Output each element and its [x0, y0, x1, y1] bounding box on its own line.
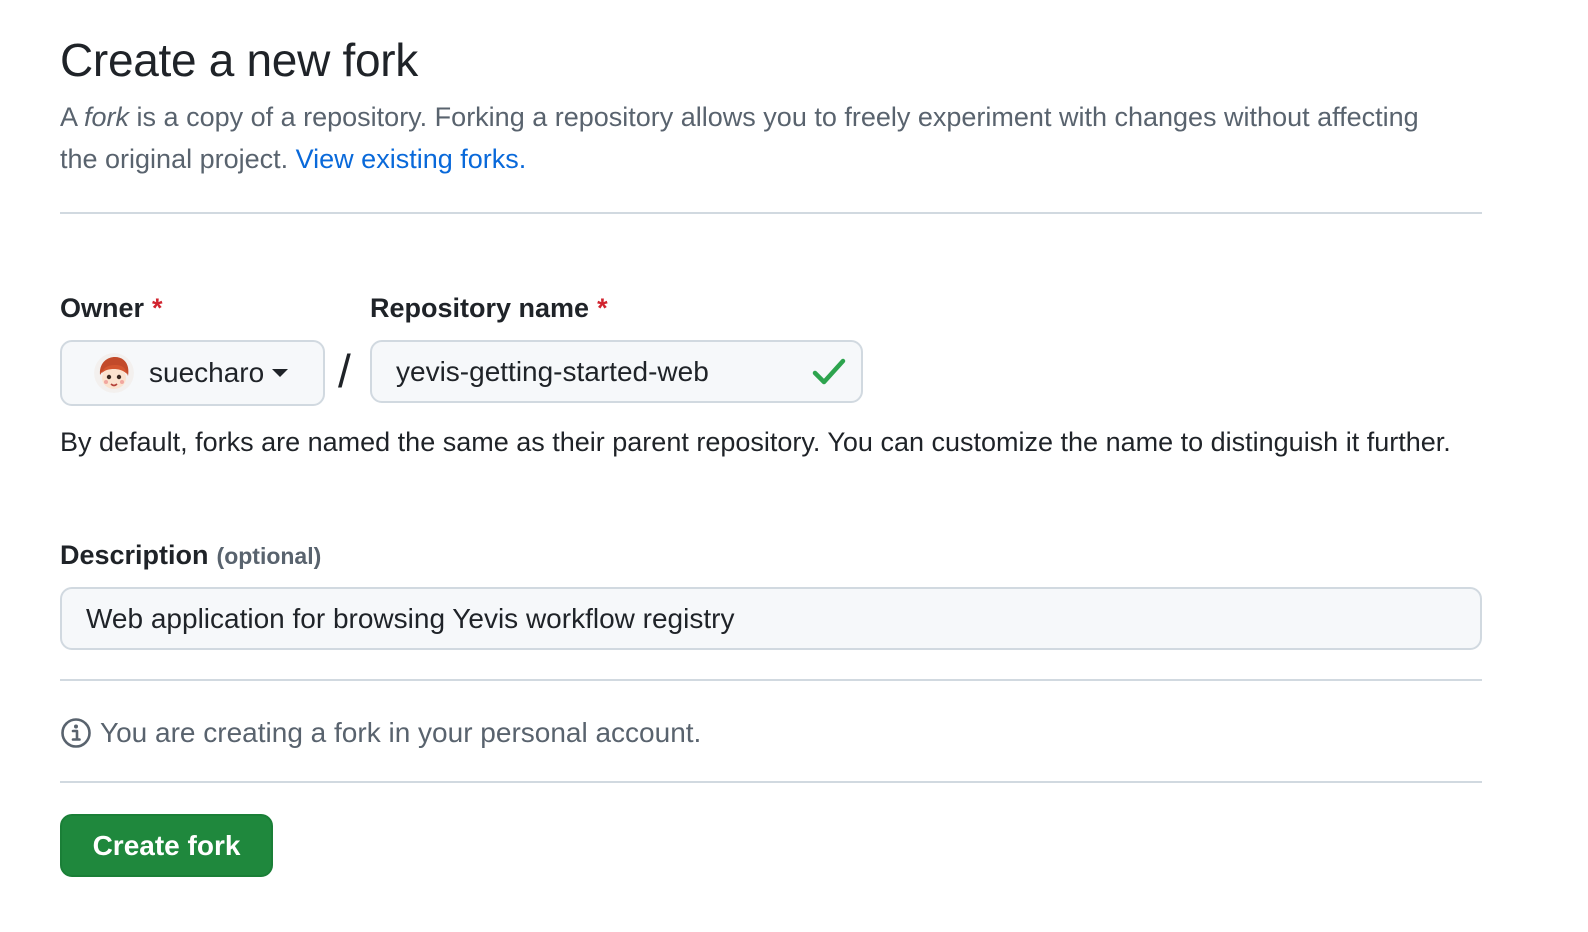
- info-icon: [61, 718, 91, 748]
- user-avatar: [94, 353, 134, 393]
- intro-text: is a copy of a repository. Forking a rep…: [60, 102, 1419, 174]
- owner-label: Owner *: [60, 291, 163, 325]
- repository-name-input[interactable]: [370, 340, 863, 403]
- owner-label-text: Owner: [60, 293, 145, 323]
- repository-name-label-text: Repository name: [370, 293, 590, 323]
- repository-name-label: Repository name *: [370, 291, 608, 325]
- header-divider: [60, 212, 1482, 214]
- description-label: Description (optional): [60, 538, 321, 573]
- owner-name: suecharo: [149, 357, 265, 388]
- notice-divider: [60, 781, 1482, 783]
- repository-name-help-text: By default, forks are named the same as …: [60, 427, 1451, 457]
- create-fork-button[interactable]: Create fork: [60, 814, 273, 877]
- intro-fork-term: fork: [84, 102, 130, 132]
- check-icon: [812, 358, 846, 385]
- description-input[interactable]: [60, 587, 1482, 650]
- view-existing-forks-link[interactable]: View existing forks.: [296, 144, 527, 174]
- owner-repo-separator: /: [338, 345, 351, 397]
- intro-prefix: A: [60, 102, 85, 132]
- page-title: Create a new fork: [60, 34, 418, 86]
- description-label-text: Description: [60, 540, 209, 570]
- owner-select-button[interactable]: suecharo: [60, 340, 325, 406]
- description-optional-hint: (optional): [216, 543, 322, 569]
- form-divider: [60, 679, 1482, 681]
- repository-name-required-marker: *: [597, 293, 608, 323]
- caret-down-icon: [272, 369, 289, 377]
- personal-account-notice: You are creating a fork in your personal…: [60, 712, 701, 754]
- owner-required-marker: *: [152, 293, 163, 323]
- notice-text: You are creating a fork in your personal…: [100, 717, 702, 748]
- page-intro: A fork is a copy of a repository. Forkin…: [60, 96, 1460, 180]
